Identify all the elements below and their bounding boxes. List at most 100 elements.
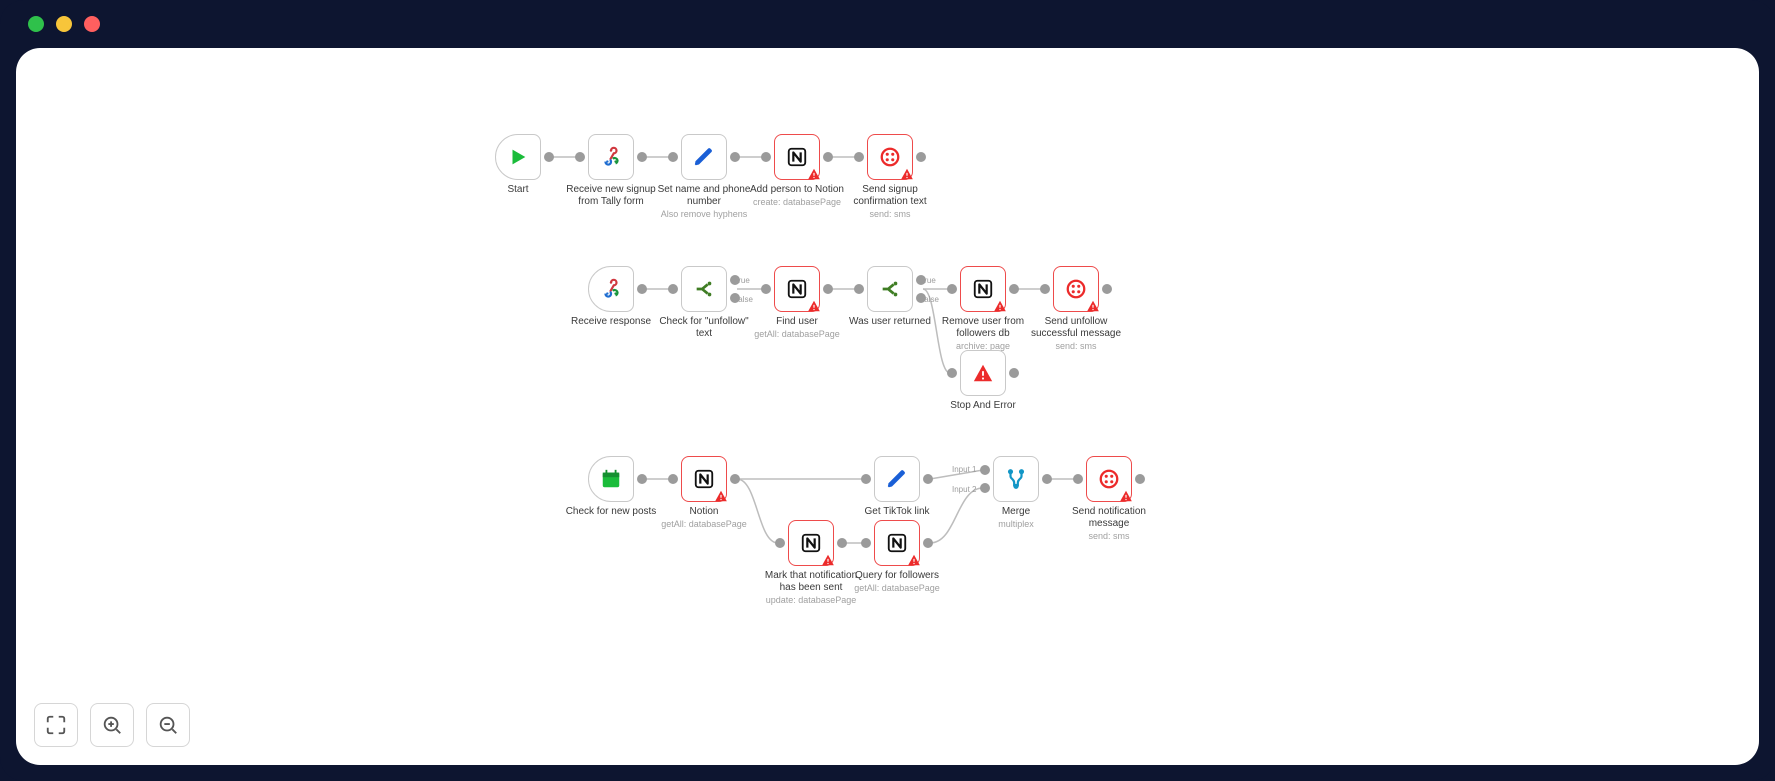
node-box[interactable] bbox=[495, 134, 541, 180]
node-box[interactable] bbox=[774, 134, 820, 180]
node-label: Set name and phone number bbox=[654, 184, 754, 208]
node-box[interactable] bbox=[960, 266, 1006, 312]
node-label: Get TikTok link bbox=[847, 506, 947, 518]
input-port[interactable] bbox=[854, 152, 864, 162]
node-box[interactable] bbox=[960, 350, 1006, 396]
input-port[interactable] bbox=[775, 538, 785, 548]
node-label: Check for "unfollow" text bbox=[654, 316, 754, 340]
titlebar bbox=[0, 0, 1775, 48]
output-port[interactable] bbox=[637, 284, 647, 294]
node-merge[interactable]: Input 1 Input 2 Merge multiplex bbox=[966, 456, 1066, 530]
input-port[interactable] bbox=[1040, 284, 1050, 294]
node-finduser[interactable]: Find user getAll: databasePage bbox=[747, 266, 847, 340]
traffic-light-minimize[interactable] bbox=[56, 16, 72, 32]
node-notion3[interactable]: Notion getAll: databasePage bbox=[654, 456, 754, 530]
output-port[interactable] bbox=[1042, 474, 1052, 484]
output-port[interactable] bbox=[730, 474, 740, 484]
merge-input1-label: Input 1 bbox=[952, 465, 976, 474]
node-box[interactable] bbox=[588, 456, 634, 502]
input-port[interactable] bbox=[947, 368, 957, 378]
node-setname[interactable]: Set name and phone number Also remove hy… bbox=[654, 134, 754, 220]
node-box[interactable] bbox=[788, 520, 834, 566]
input-port[interactable] bbox=[861, 474, 871, 484]
notion-icon bbox=[786, 278, 808, 300]
node-checkunf[interactable]: true false Check for "unfollow" text bbox=[654, 266, 754, 340]
output-port[interactable] bbox=[823, 284, 833, 294]
input-port[interactable] bbox=[668, 284, 678, 294]
node-box[interactable] bbox=[874, 520, 920, 566]
error-badge-icon bbox=[807, 167, 821, 181]
input-port-2[interactable] bbox=[980, 483, 990, 493]
node-label: Find user bbox=[747, 316, 847, 328]
traffic-light-zoom[interactable] bbox=[84, 16, 100, 32]
node-sublabel: send: sms bbox=[1059, 531, 1159, 542]
input-port[interactable] bbox=[1073, 474, 1083, 484]
node-label: Check for new posts bbox=[561, 506, 661, 518]
output-port[interactable] bbox=[637, 474, 647, 484]
output-port[interactable] bbox=[730, 152, 740, 162]
workflow-canvas[interactable]: Start Receive new signup from Tally form bbox=[16, 48, 1759, 765]
node-box[interactable] bbox=[681, 456, 727, 502]
output-port[interactable] bbox=[1009, 284, 1019, 294]
node-start[interactable]: Start bbox=[468, 134, 568, 196]
output-port[interactable] bbox=[923, 538, 933, 548]
output-port[interactable] bbox=[916, 152, 926, 162]
input-port[interactable] bbox=[761, 152, 771, 162]
node-box[interactable] bbox=[774, 266, 820, 312]
error-badge-icon bbox=[714, 489, 728, 503]
input-port[interactable] bbox=[761, 284, 771, 294]
node-label: Was user returned bbox=[840, 316, 940, 328]
input-port[interactable] bbox=[861, 538, 871, 548]
app-window: Start Receive new signup from Tally form bbox=[0, 0, 1775, 781]
node-box[interactable] bbox=[1086, 456, 1132, 502]
error-badge-icon bbox=[807, 299, 821, 313]
node-box[interactable] bbox=[588, 134, 634, 180]
node-box[interactable]: true false bbox=[681, 266, 727, 312]
node-box[interactable] bbox=[681, 134, 727, 180]
node-label: Stop And Error bbox=[933, 400, 1033, 412]
node-recvresp[interactable]: Receive response bbox=[561, 266, 661, 328]
node-wasuser[interactable]: true false Was user returned bbox=[840, 266, 940, 328]
node-box[interactable]: Input 1 Input 2 bbox=[993, 456, 1039, 502]
zoom-in-button[interactable] bbox=[90, 703, 134, 747]
output-port[interactable] bbox=[1009, 368, 1019, 378]
node-checknew[interactable]: Check for new posts bbox=[561, 456, 661, 518]
input-port[interactable] bbox=[947, 284, 957, 294]
node-box[interactable] bbox=[874, 456, 920, 502]
node-box[interactable] bbox=[867, 134, 913, 180]
node-sendnotif[interactable]: Send notification message send: sms bbox=[1059, 456, 1159, 542]
node-addnotion[interactable]: Add person to Notion create: databasePag… bbox=[747, 134, 847, 208]
output-port[interactable] bbox=[1102, 284, 1112, 294]
zoom-out-button[interactable] bbox=[146, 703, 190, 747]
node-box[interactable] bbox=[588, 266, 634, 312]
node-sublabel: send: sms bbox=[1026, 341, 1126, 352]
traffic-light-close[interactable] bbox=[28, 16, 44, 32]
input-port[interactable] bbox=[575, 152, 585, 162]
output-port[interactable] bbox=[1135, 474, 1145, 484]
node-marksent[interactable]: Mark that notification has been sent upd… bbox=[761, 520, 861, 606]
play-icon bbox=[507, 146, 529, 168]
output-port[interactable] bbox=[823, 152, 833, 162]
node-sublabel: getAll: databasePage bbox=[654, 519, 754, 530]
output-port[interactable] bbox=[837, 538, 847, 548]
input-port[interactable] bbox=[854, 284, 864, 294]
node-stoperr[interactable]: Stop And Error bbox=[933, 350, 1033, 412]
output-port[interactable] bbox=[637, 152, 647, 162]
input-port[interactable] bbox=[668, 474, 678, 484]
notion-icon bbox=[693, 468, 715, 490]
node-gettiktok[interactable]: Get TikTok link bbox=[847, 456, 947, 518]
node-removeuser[interactable]: Remove user from followers db archive: p… bbox=[933, 266, 1033, 352]
node-sendunf[interactable]: Send unfollow successful message send: s… bbox=[1026, 266, 1126, 352]
node-queryfol[interactable]: Query for followers getAll: databasePage bbox=[847, 520, 947, 594]
node-box[interactable] bbox=[1053, 266, 1099, 312]
fit-view-button[interactable] bbox=[34, 703, 78, 747]
input-port-1[interactable] bbox=[980, 465, 990, 475]
output-port[interactable] bbox=[923, 474, 933, 484]
node-sendsignup[interactable]: Send signup confirmation text send: sms bbox=[840, 134, 940, 220]
output-port[interactable] bbox=[544, 152, 554, 162]
webhook-icon bbox=[600, 146, 622, 168]
node-tally[interactable]: Receive new signup from Tally form bbox=[561, 134, 661, 208]
input-port[interactable] bbox=[668, 152, 678, 162]
node-label: Send signup confirmation text bbox=[840, 184, 940, 208]
node-box[interactable]: true false bbox=[867, 266, 913, 312]
